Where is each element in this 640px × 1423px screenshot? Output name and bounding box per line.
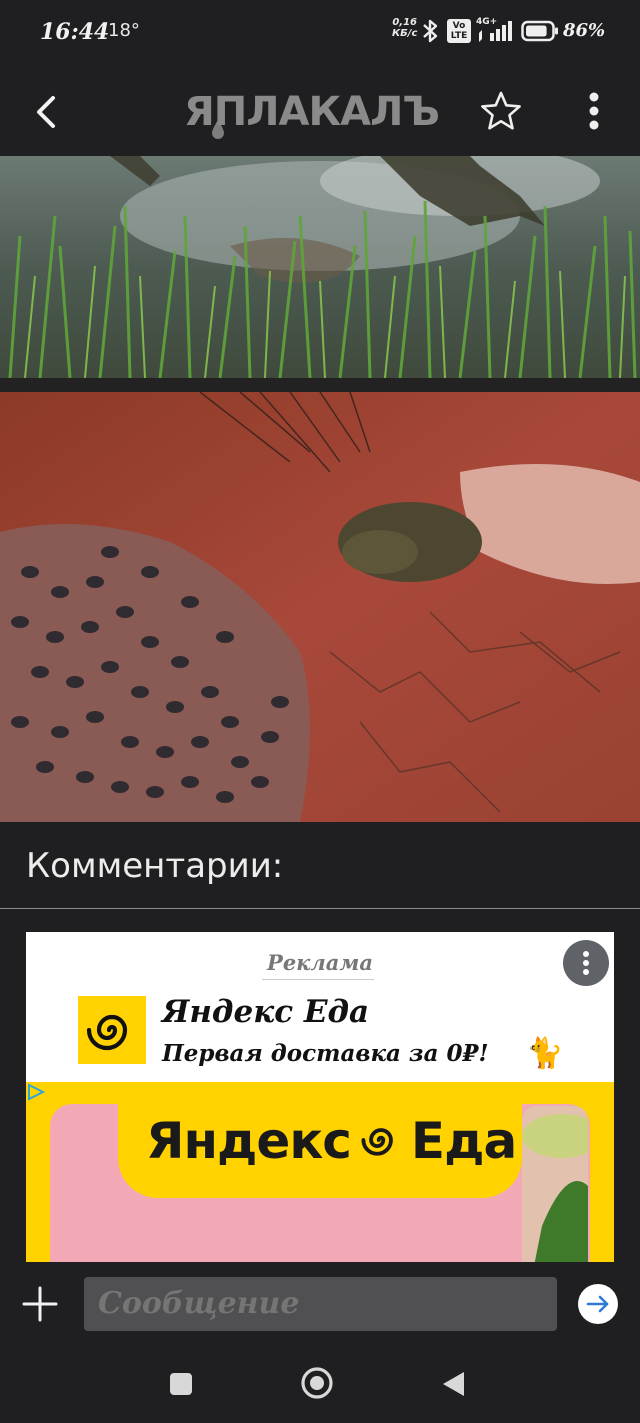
ad-options-button[interactable] xyxy=(563,940,609,986)
status-time: 16:44 xyxy=(40,19,110,45)
frog-splash-photo xyxy=(0,156,640,378)
volte-icon: Vo LTE xyxy=(447,19,471,43)
message-input[interactable] xyxy=(84,1277,557,1331)
triangle-back-icon xyxy=(443,1372,464,1396)
arrow-right-icon xyxy=(586,1295,609,1313)
dots-vertical-icon xyxy=(583,951,589,975)
ad-banner[interactable]: Яндекс Еда xyxy=(26,1082,614,1272)
comments-divider xyxy=(0,908,640,909)
network-speed: 0,16 КБ/с xyxy=(392,17,417,39)
star-outline-icon xyxy=(481,91,521,130)
adchoices-icon[interactable] xyxy=(26,1082,46,1102)
volte-badge: Vo LTE xyxy=(447,19,471,43)
home-button[interactable] xyxy=(300,1366,334,1400)
image-separator xyxy=(0,378,640,392)
network-speed-unit: КБ/с xyxy=(392,28,418,39)
send-button[interactable] xyxy=(578,1284,618,1324)
spiral-icon xyxy=(86,1014,128,1051)
overflow-menu-button[interactable] xyxy=(578,88,610,134)
back-button[interactable] xyxy=(26,90,70,134)
status-temperature: 18° xyxy=(108,20,140,41)
ad-banner-brand-right: Еда xyxy=(410,1112,517,1170)
comments-heading: Комментарии: xyxy=(26,846,284,886)
ad-brand-name[interactable]: Яндекс Еда xyxy=(162,994,369,1030)
battery-icon xyxy=(521,20,558,42)
recent-apps-button[interactable] xyxy=(170,1373,192,1395)
battery-percent: 86% xyxy=(563,20,606,41)
signal-bars-icon xyxy=(479,21,512,42)
nav-back-button[interactable] xyxy=(440,1370,466,1398)
ad-banner-photo xyxy=(522,1106,588,1272)
plus-icon xyxy=(22,1286,58,1322)
dots-vertical-icon xyxy=(589,92,599,130)
attach-button[interactable] xyxy=(20,1284,60,1324)
ad-label: Реклама xyxy=(267,950,373,975)
ad-block[interactable]: Реклама Яндекс Еда Первая доставка за 0₽… xyxy=(26,932,614,1272)
signal-icon: 4G+ xyxy=(476,17,514,45)
network-speed-value: 0,16 xyxy=(392,17,418,28)
ad-banner-brand: Яндекс Еда xyxy=(146,1112,517,1170)
yandex-eda-logo[interactable] xyxy=(78,996,146,1064)
post-image-frog-tadpoles[interactable] xyxy=(0,392,640,822)
ad-label-underline xyxy=(262,979,374,980)
favorite-button[interactable] xyxy=(478,88,524,134)
frog-tadpoles-photo xyxy=(0,392,640,822)
bluetooth-icon xyxy=(423,19,438,43)
spiral-icon xyxy=(361,1128,393,1156)
chevron-left-icon xyxy=(37,96,55,128)
ad-tagline[interactable]: Первая доставка за 0₽! xyxy=(162,1040,489,1067)
post-image-frog-splash[interactable] xyxy=(0,156,640,378)
cat-emoji-icon: 🐈 xyxy=(526,1036,564,1071)
ad-banner-brand-left: Яндекс xyxy=(146,1112,352,1170)
site-logo-text: ЯПЛАКАЛЪ xyxy=(184,89,440,135)
food-photo xyxy=(522,1106,588,1272)
